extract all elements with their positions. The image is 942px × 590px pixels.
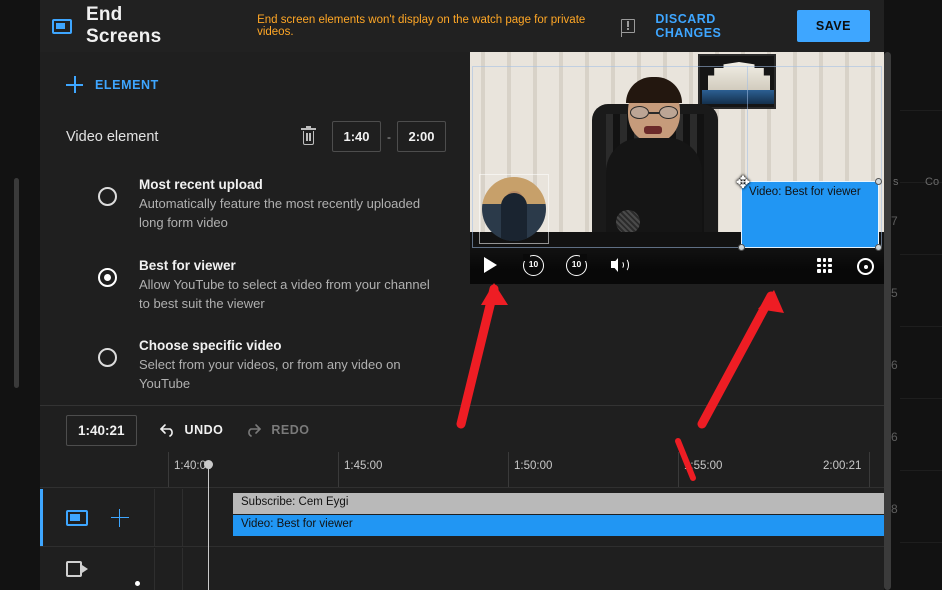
bg-value: 8 <box>891 502 898 516</box>
timeline-toolbar: 1:40:21 UNDO REDO <box>40 406 884 454</box>
element-title: Video element <box>66 128 159 145</box>
current-time-input[interactable]: 1:40:21 <box>66 414 137 446</box>
add-element-button[interactable]: ELEMENT <box>66 76 470 93</box>
timeline-ruler[interactable]: 1:40:00 1:45:00 1:50:00 1:55:00 2:00:21 <box>40 452 884 488</box>
option-choose-specific-video[interactable]: Choose specific video Select from your v… <box>66 338 470 394</box>
video-element-preview[interactable]: Video: Best for viewer <box>738 178 882 251</box>
move-cursor-icon: ✥ <box>735 173 751 192</box>
radio-best-for-viewer[interactable] <box>98 267 117 287</box>
play-icon[interactable] <box>480 255 501 276</box>
time-separator: - <box>387 129 391 144</box>
end-time-input[interactable]: 2:00 <box>397 121 446 152</box>
option-best-for-viewer[interactable]: Best for viewer Allow YouTube to select … <box>66 258 470 314</box>
timeline-playhead[interactable] <box>204 460 213 590</box>
ruler-label: 1:45:00 <box>344 460 383 472</box>
player-controls: 10 10 <box>470 247 884 284</box>
save-button[interactable]: SAVE <box>796 10 870 42</box>
start-time-input[interactable]: 1:40 <box>332 121 381 152</box>
end-screen-icon <box>65 509 88 526</box>
video-element-row: Video element 1:40 - 2:00 <box>66 121 470 152</box>
undo-button[interactable]: UNDO <box>159 423 224 437</box>
dialog-scrollbar[interactable] <box>884 52 891 590</box>
timeline-clip-subscribe[interactable]: Subscribe: Cem Eygi <box>233 493 884 514</box>
left-scrollbar[interactable] <box>14 178 19 388</box>
video-preview[interactable]: Video: Best for viewer ✥ 10 10 <box>470 52 884 284</box>
element-settings-panel: ELEMENT Video element 1:40 - 2:00 Most r… <box>40 52 470 400</box>
undo-label: UNDO <box>184 423 224 437</box>
video-element-label: Video: Best for viewer <box>749 186 861 198</box>
radio-choose-specific-video[interactable] <box>98 348 117 368</box>
option-title: Best for viewer <box>139 257 236 273</box>
bg-column-header-left: s <box>893 176 899 188</box>
bg-column-header-right: Co <box>925 176 940 188</box>
option-title: Choose specific video <box>139 338 282 354</box>
forward-10-icon[interactable]: 10 <box>566 254 587 276</box>
subscribe-element-preview[interactable] <box>479 174 549 244</box>
redo-arrow-icon <box>245 423 262 437</box>
volume-icon[interactable] <box>609 255 630 276</box>
end-screen-icon <box>52 18 72 34</box>
option-description: Automatically feature the most recently … <box>139 196 421 230</box>
subscribe-video-icon <box>65 561 88 577</box>
option-description: Select from your videos, or from any vid… <box>139 357 401 392</box>
timeline-track-end-screen[interactable]: Subscribe: Cem Eygi Video: Best for view… <box>40 489 884 547</box>
option-most-recent-upload[interactable]: Most recent upload Automatically feature… <box>66 177 470 233</box>
track-header <box>40 489 155 546</box>
resize-handle-top-right[interactable] <box>875 178 882 185</box>
undo-arrow-icon <box>159 423 176 437</box>
plus-icon <box>66 76 83 93</box>
settings-gear-icon[interactable] <box>857 258 874 275</box>
ruler-label: 2:00:21 <box>823 460 862 472</box>
timeline-clip-video[interactable]: Video: Best for viewer <box>233 515 884 536</box>
bg-value: 5 <box>891 286 898 300</box>
ruler-label: 1:55:00 <box>684 460 723 472</box>
grid-icon[interactable] <box>814 255 835 276</box>
rewind-10-icon[interactable]: 10 <box>523 254 544 276</box>
add-element-label: ELEMENT <box>95 77 159 92</box>
bg-value: 7 <box>891 214 898 228</box>
warning-text: End screen elements won't display on the… <box>257 14 586 38</box>
track-gutter <box>155 489 183 546</box>
ruler-label: 1:50:00 <box>514 460 553 472</box>
redo-label: REDO <box>271 423 310 437</box>
track-gutter <box>155 548 183 590</box>
redo-button[interactable]: REDO <box>245 423 309 437</box>
bg-value: 6 <box>891 358 898 372</box>
option-description: Allow YouTube to select a video from you… <box>139 276 430 311</box>
bg-value: 6 <box>891 430 898 444</box>
radio-most-recent-upload[interactable] <box>98 187 117 206</box>
option-title: Most recent upload <box>139 177 263 192</box>
report-feedback-icon[interactable] <box>620 19 636 37</box>
timeline-track-video[interactable] <box>40 548 884 590</box>
track-dot <box>135 581 140 586</box>
discard-changes-button[interactable]: DISCARD CHANGES <box>655 12 779 40</box>
end-screens-editor-screen: s Co 7 5 6 6 8 End Screens End screen el… <box>0 0 942 590</box>
dialog-header: End Screens End screen elements won't di… <box>40 0 884 52</box>
trash-icon[interactable] <box>301 125 316 145</box>
add-track-element-button[interactable] <box>110 508 129 527</box>
page-title: End Screens <box>86 4 162 47</box>
